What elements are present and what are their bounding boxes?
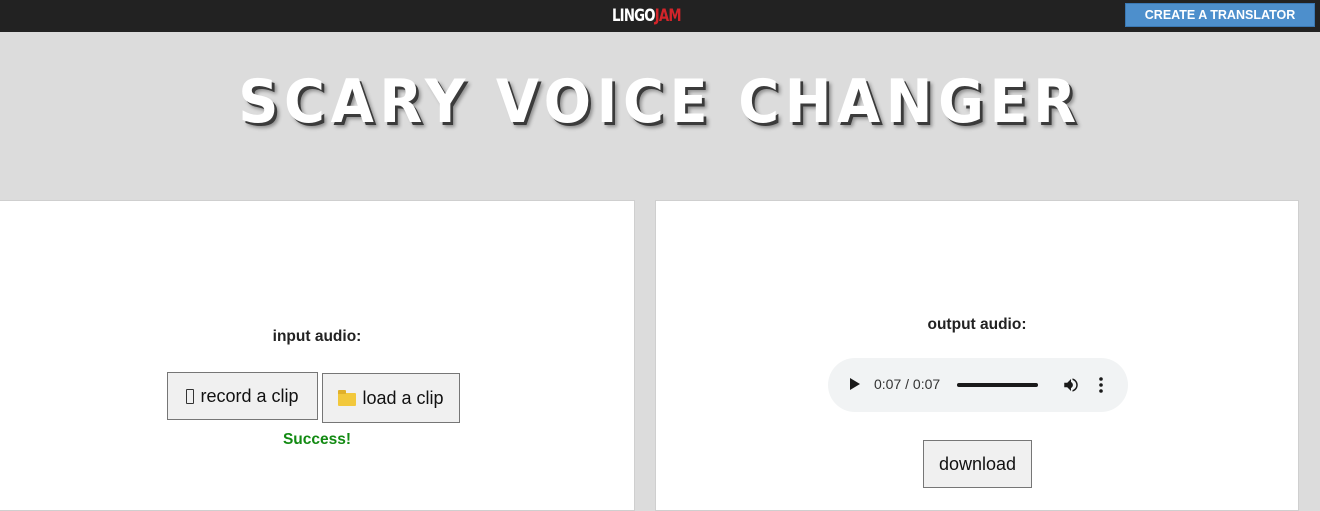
load-clip-button[interactable]: load a clip (322, 373, 460, 423)
playback-time: 0:07 / 0:07 (874, 376, 941, 392)
output-audio-panel: output audio: 0:07 / 0:07 download (655, 200, 1299, 511)
logo-text-jam: JAM (654, 6, 682, 26)
top-navigation-bar: LINGOJAM CREATE A TRANSLATOR (0, 0, 1320, 32)
load-clip-label: load a clip (362, 387, 444, 408)
input-audio-label: input audio: (272, 328, 362, 345)
volume-icon[interactable] (1062, 376, 1080, 394)
audio-player[interactable]: 0:07 / 0:07 (828, 358, 1128, 412)
folder-icon (338, 389, 357, 406)
record-clip-label: record a clip (200, 385, 299, 406)
status-message: Success! (282, 431, 352, 448)
play-icon[interactable] (850, 378, 860, 390)
record-clip-button[interactable]: record a clip (167, 372, 318, 420)
more-options-icon[interactable] (1098, 376, 1104, 394)
logo-text-lingo: LINGO (612, 6, 656, 26)
output-audio-label: output audio: (927, 316, 1027, 333)
progress-slider[interactable] (957, 383, 1038, 387)
create-translator-button[interactable]: CREATE A TRANSLATOR (1125, 3, 1315, 27)
download-button[interactable]: download (923, 440, 1032, 488)
microphone-icon (186, 388, 195, 404)
hero-banner: SCARY VOICE CHANGER (0, 32, 1320, 200)
lingojam-logo[interactable]: LINGOJAM (612, 6, 682, 26)
page-title: SCARY VOICE CHANGER (238, 67, 1082, 137)
progress-fill (957, 383, 1038, 387)
input-audio-panel: input audio: record a clip load a clip S… (0, 200, 635, 511)
